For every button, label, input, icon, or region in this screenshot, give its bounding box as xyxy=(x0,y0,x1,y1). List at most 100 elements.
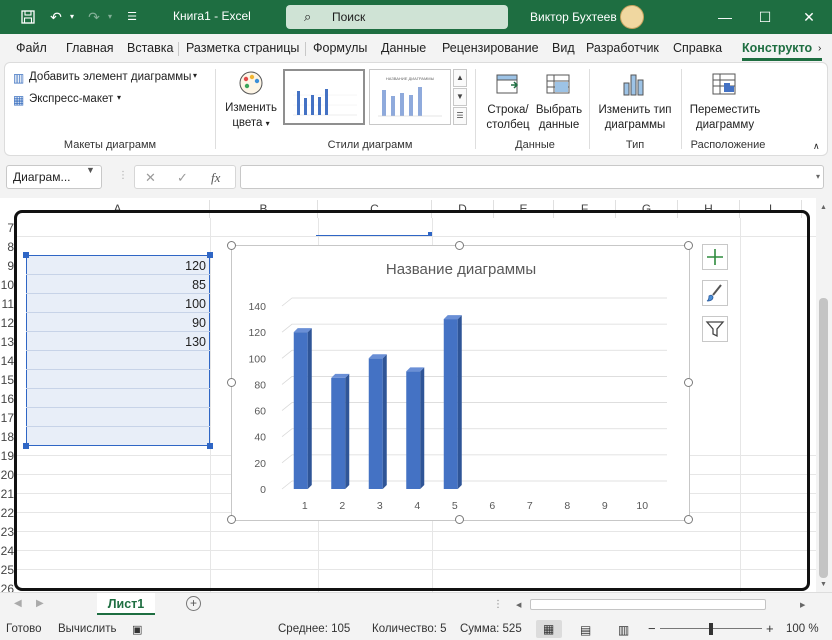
active-tab-indicator xyxy=(742,58,822,61)
maximize-icon[interactable]: ☐ xyxy=(754,6,776,28)
close-icon[interactable]: ✕ xyxy=(798,6,820,28)
collapse-ribbon-icon[interactable]: ∧ xyxy=(813,141,820,152)
scroll-down-icon[interactable]: ▼ xyxy=(820,581,827,588)
splitter-handle-icon[interactable]: ⋮ xyxy=(118,170,128,181)
change-chart-type-label-1: Изменить тип xyxy=(598,104,672,116)
group-separator xyxy=(681,69,682,149)
enter-icon[interactable]: ✓ xyxy=(177,170,188,186)
status-ready: Готово xyxy=(6,623,42,635)
group-label-location: Расположение xyxy=(690,139,766,151)
chevron-down-icon[interactable]: ▼ xyxy=(86,165,95,175)
page-layout-view-icon[interactable]: ▤ xyxy=(580,623,591,637)
switch-row-column-label-1: Строка/ xyxy=(487,104,529,116)
zoom-slider-thumb[interactable] xyxy=(709,623,713,635)
expand-formula-icon[interactable]: ▾ xyxy=(816,172,820,181)
tab-home[interactable]: Главная xyxy=(66,41,114,55)
group-separator xyxy=(589,69,590,149)
search-icon: ⌕ xyxy=(304,9,312,24)
normal-view-icon: ▦ xyxy=(543,622,555,636)
search-box[interactable]: ⌕ Поиск xyxy=(286,5,508,29)
customize-toolbar-icon[interactable]: ☰ xyxy=(124,9,140,25)
select-data-icon xyxy=(545,71,571,100)
status-sum: Сумма: 525 xyxy=(460,623,522,635)
group-label-layouts: Макеты диаграмм xyxy=(63,139,157,151)
accessibility-icon[interactable]: ▣ xyxy=(132,623,142,636)
formula-bar: Диаграм... ▼ ⋮ ✕ ✓ fx ▾ xyxy=(0,158,832,198)
title-bar: ↶ ▾ ↷ ▾ ☰ Книга1 - Excel ⌕ Поиск Виктор … xyxy=(0,0,832,34)
quick-layout-button[interactable]: Экспресс-макет xyxy=(29,93,113,105)
undo-dropdown-icon[interactable]: ▾ xyxy=(64,9,80,25)
scroll-up-icon[interactable]: ▲ xyxy=(820,204,827,211)
tab-file[interactable]: Файл xyxy=(16,41,47,55)
status-average: Среднее: 105 xyxy=(278,623,351,635)
switch-row-column-icon xyxy=(495,71,521,100)
scroll-right-icon[interactable]: ▶ xyxy=(800,601,805,609)
chevron-down-icon: ▾ xyxy=(265,119,270,128)
tab-developer[interactable]: Разработчик xyxy=(586,41,659,55)
status-count: Количество: 5 xyxy=(372,623,447,635)
search-label: Поиск xyxy=(332,10,366,24)
calculate-button[interactable]: Вычислить xyxy=(58,623,117,635)
tab-insert[interactable]: Вставка xyxy=(127,41,173,55)
next-sheet-icon[interactable]: ▶ xyxy=(36,598,44,609)
cancel-icon[interactable]: ✕ xyxy=(145,170,156,186)
insert-function-icon[interactable]: fx xyxy=(211,170,220,186)
select-data-button[interactable]: Выбрать данные xyxy=(531,103,587,133)
chevron-down-icon: ▾ xyxy=(117,93,122,102)
status-bar: Готово Вычислить ▣ Среднее: 105 Количест… xyxy=(0,618,832,640)
ribbon: ▥ Добавить элемент диаграммы ▾ ▦ Экспрес… xyxy=(4,62,828,156)
move-chart-button[interactable]: Переместить диаграмму xyxy=(685,103,765,133)
tabs-scroll-icon[interactable]: › xyxy=(818,43,821,54)
switch-row-column-label-2: столбец xyxy=(486,119,530,131)
formula-controls: ✕ ✓ fx xyxy=(134,165,236,189)
horizontal-scrollbar-thumb[interactable] xyxy=(530,599,766,610)
zoom-out-icon[interactable]: − xyxy=(648,621,656,636)
save-icon[interactable] xyxy=(20,9,36,25)
change-chart-type-icon xyxy=(621,71,647,100)
vertical-scrollbar-thumb[interactable] xyxy=(819,298,828,578)
minimize-icon[interactable]: — xyxy=(714,6,736,28)
tab-separator xyxy=(178,42,179,56)
sheet-tab-active[interactable]: Лист1 xyxy=(97,593,155,615)
highlight-frame xyxy=(14,210,810,591)
chart-style-2[interactable]: НАЗВАНИЕ ДИАГРАММЫ xyxy=(369,69,451,125)
palette-icon xyxy=(237,69,265,100)
page-break-view-icon[interactable]: ▥ xyxy=(618,623,629,637)
document-title: Книга1 - Excel xyxy=(173,9,251,23)
tab-view[interactable]: Вид xyxy=(552,41,575,55)
worksheet-grid[interactable]: A B C D E F G H I 120 85 100 90 130 7 8 … xyxy=(0,198,832,592)
scroll-left-icon[interactable]: ◀ xyxy=(516,601,521,609)
splitter-handle-icon[interactable]: ⋮ xyxy=(493,599,503,610)
tab-page-layout[interactable]: Разметка страницы xyxy=(186,41,299,55)
change-colors-button[interactable]: Изменить цвета ▾ xyxy=(219,101,283,131)
formula-input[interactable] xyxy=(240,165,824,189)
switch-row-column-button[interactable]: Строка/ столбец xyxy=(483,103,533,133)
tab-formulas[interactable]: Формулы xyxy=(313,41,367,55)
avatar[interactable] xyxy=(620,5,644,29)
quick-layout-icon: ▦ xyxy=(13,93,25,107)
gallery-more-icon[interactable]: ☰ xyxy=(453,107,467,125)
user-name[interactable]: Виктор Бухтеев xyxy=(530,10,617,24)
change-colors-label-2: цвета xyxy=(232,117,263,129)
select-data-label-1: Выбрать xyxy=(535,104,583,116)
chart-style-1-preview xyxy=(293,89,357,116)
change-chart-type-button[interactable]: Изменить тип диаграммы xyxy=(595,103,675,133)
chart-style-1[interactable] xyxy=(283,69,365,125)
prev-sheet-icon[interactable]: ◀ xyxy=(14,598,22,609)
add-chart-element-button[interactable]: Добавить элемент диаграммы xyxy=(29,71,191,83)
tab-data[interactable]: Данные xyxy=(381,41,426,55)
change-colors-label-1: Изменить xyxy=(225,102,277,114)
tab-chart-design[interactable]: Конструкто xyxy=(742,41,818,55)
zoom-in-icon[interactable]: + xyxy=(766,621,774,636)
undo-icon[interactable]: ↶ xyxy=(48,9,64,25)
redo-dropdown-icon[interactable]: ▾ xyxy=(102,9,118,25)
tab-review[interactable]: Рецензирование xyxy=(442,41,539,55)
gallery-down-icon[interactable]: ▼ xyxy=(453,88,467,106)
add-sheet-icon[interactable]: + xyxy=(186,596,201,611)
tab-help[interactable]: Справка xyxy=(673,41,722,55)
select-data-label-2: данные xyxy=(538,119,580,131)
gallery-up-icon[interactable]: ▲ xyxy=(453,69,467,87)
add-chart-element-icon: ▥ xyxy=(13,71,25,85)
zoom-level[interactable]: 100 % xyxy=(786,623,819,635)
redo-icon[interactable]: ↷ xyxy=(86,9,102,25)
